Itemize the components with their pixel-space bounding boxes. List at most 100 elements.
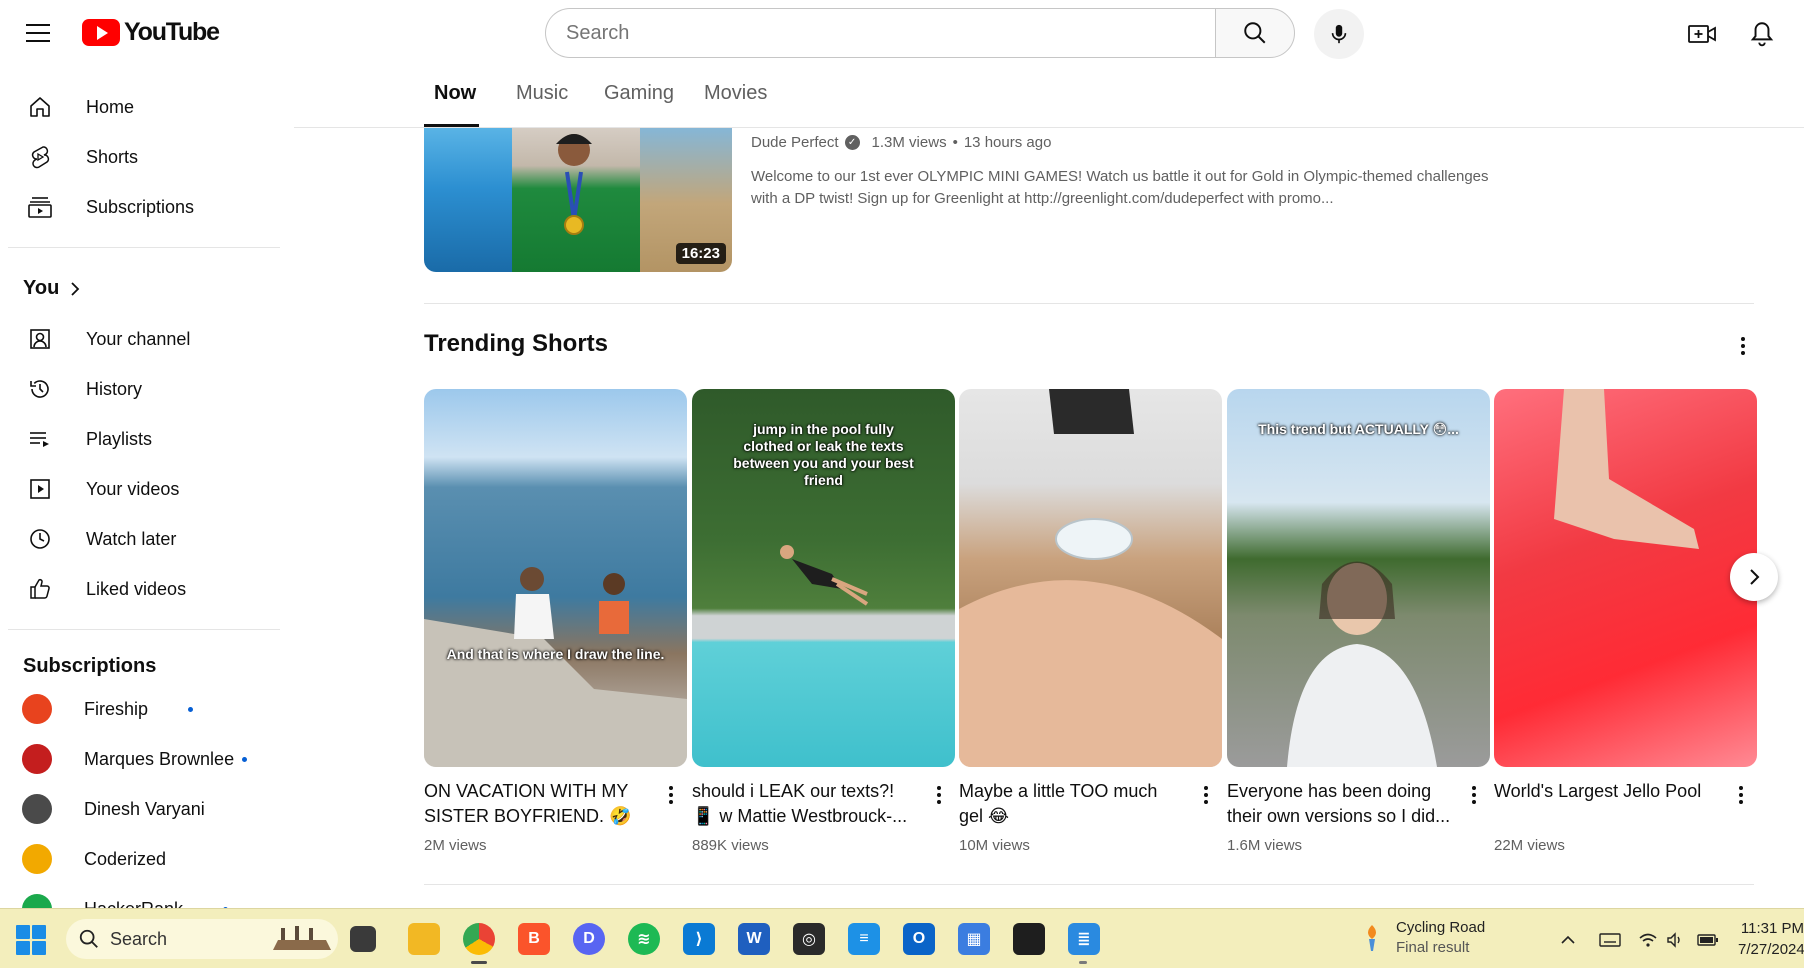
sidebar-item-playlists[interactable]: Playlists (12, 416, 268, 462)
sidebar-item-home[interactable]: Home (12, 84, 268, 130)
bell-icon (1750, 22, 1774, 47)
tray-overflow-icon[interactable] (1555, 927, 1581, 953)
short-item[interactable]: This trend but ACTUALLY 😳... Everyone ha… (1227, 389, 1490, 854)
sidebar-item-liked-videos[interactable]: Liked videos (12, 566, 268, 612)
short-item[interactable]: And that is where I draw the line. ON VA… (424, 389, 687, 854)
short-thumbnail[interactable]: And that is where I draw the line. (424, 389, 687, 767)
running-app-indicator (1079, 961, 1087, 964)
shelf-title: Trending Shorts (424, 330, 609, 357)
short-title[interactable]: should i LEAK our texts?! 📱 w Mattie Wes… (692, 779, 917, 829)
short-title[interactable]: ON VACATION WITH MY SISTER BOYFRIEND. 🤣 (424, 779, 649, 829)
task-view-icon[interactable] (350, 926, 376, 952)
tab-movies[interactable]: Movies (704, 82, 767, 105)
short-more-icon[interactable] (1196, 781, 1216, 809)
tab-now[interactable]: Now (434, 82, 476, 105)
tab-gaming[interactable]: Gaming (604, 82, 674, 105)
taskbar-search[interactable]: Search (66, 919, 338, 959)
short-title[interactable]: Everyone has been doing their own versio… (1227, 779, 1452, 829)
clock-time: 11:31 PM (1740, 920, 1804, 937)
channel-avatar (22, 794, 52, 824)
volume-icon[interactable] (1662, 927, 1688, 953)
youtube-logo[interactable]: YouTube (82, 18, 220, 47)
sidebar-you-heading[interactable]: You (23, 277, 81, 300)
tab-music[interactable]: Music (516, 82, 568, 105)
subscription-label: HackerRank (84, 899, 183, 909)
chrome-icon[interactable] (463, 923, 495, 955)
short-title[interactable]: Maybe a little TOO much gel 😂 (959, 779, 1184, 829)
search-button[interactable] (1215, 8, 1295, 58)
short-more-icon[interactable] (661, 781, 681, 809)
torch-icon (1368, 924, 1376, 951)
view-count: 1.3M views (871, 134, 947, 151)
short-caption: And that is where I draw the line. (446, 646, 665, 662)
short-item[interactable]: World's Largest Jello Pool 22M views (1494, 389, 1757, 854)
outlook-icon[interactable]: O (903, 923, 935, 955)
shelf-next-button[interactable] (1730, 553, 1778, 601)
discord-icon[interactable]: D (573, 923, 605, 955)
section-divider (424, 884, 1754, 885)
sidebar-item-watch-later[interactable]: Watch later (12, 516, 268, 562)
battery-icon[interactable] (1695, 927, 1721, 953)
sidebar-item-history[interactable]: History (12, 366, 268, 412)
subscription-hackerrank[interactable]: HackerRank (12, 886, 268, 908)
word-icon[interactable]: W (738, 923, 770, 955)
meta-separator: • (952, 134, 958, 151)
vscode-icon[interactable]: ⟩ (683, 923, 715, 955)
brave-icon[interactable]: B (518, 923, 550, 955)
home-icon (26, 93, 54, 121)
sidebar-divider (8, 247, 280, 248)
subscription-label: Coderized (84, 848, 167, 869)
sidebar-item-label: Playlists (86, 428, 153, 449)
subscriptions-heading-label: Subscriptions (23, 655, 157, 677)
keyboard-icon[interactable] (1597, 927, 1623, 953)
subscription-dinesh-varyani[interactable]: Dinesh Varyani (12, 786, 268, 832)
sidebar-item-label: Subscriptions (86, 196, 195, 217)
short-item[interactable]: Maybe a little TOO much gel 😂 10M views (959, 389, 1222, 854)
sidebar-item-shorts[interactable]: Shorts (12, 134, 268, 180)
short-more-icon[interactable] (1464, 781, 1484, 809)
short-more-icon[interactable] (1731, 781, 1751, 809)
notepad-icon[interactable]: ≣ (1068, 923, 1100, 955)
docker-icon[interactable]: ≡ (848, 923, 880, 955)
video-thumbnail[interactable]: 16:23 (424, 128, 732, 272)
calendar-icon[interactable]: ▦ (958, 923, 990, 955)
video-meta: Dude Perfect ✓ 1.3M views • 13 hours ago (751, 134, 1051, 151)
short-title[interactable]: World's Largest Jello Pool (1494, 779, 1719, 804)
subscription-fireship[interactable]: Fireship (12, 686, 268, 732)
weather-widget[interactable]: Cycling Road Final result (1360, 919, 1485, 956)
notifications-button[interactable] (1742, 14, 1782, 54)
short-thumbnail[interactable] (959, 389, 1222, 767)
shelf-more-icon[interactable] (1729, 330, 1757, 362)
search-icon (1244, 22, 1266, 44)
short-views: 2M views (424, 837, 487, 854)
windows-start-icon[interactable] (16, 925, 46, 955)
channel-name[interactable]: Dude Perfect (751, 134, 839, 151)
short-more-icon[interactable] (929, 781, 949, 809)
menu-icon[interactable] (22, 18, 54, 48)
short-thumbnail[interactable]: This trend but ACTUALLY 😳... (1227, 389, 1490, 767)
system-clock[interactable]: 11:31 PM 7/27/2024 (1738, 918, 1804, 960)
your-videos-icon (26, 475, 54, 503)
sticky-notes-icon[interactable] (1013, 923, 1045, 955)
file-explorer-icon[interactable] (408, 923, 440, 955)
sidebar-item-label: Shorts (86, 146, 139, 167)
short-caption: jump in the pool fully clothed or leak t… (733, 421, 914, 488)
sidebar-item-your-videos[interactable]: Your videos (12, 466, 268, 512)
create-button[interactable] (1682, 14, 1722, 54)
sidebar-item-subscriptions[interactable]: Subscriptions (12, 184, 268, 230)
short-thumbnail[interactable] (1494, 389, 1757, 767)
subscription-coderized[interactable]: Coderized (12, 836, 268, 882)
main-feed: 16:23 Dude Perfect ✓ 1.3M views • 13 hou… (294, 128, 1804, 908)
sidebar-item-your-channel[interactable]: Your channel (12, 316, 268, 362)
short-thumbnail[interactable]: jump in the pool fully clothed or leak t… (692, 389, 955, 767)
voice-search-button[interactable] (1314, 9, 1364, 59)
video-description: Welcome to our 1st ever OLYMPIC MINI GAM… (751, 168, 1489, 207)
upload-age: 13 hours ago (963, 134, 1052, 151)
channel-avatar (22, 744, 52, 774)
short-item[interactable]: jump in the pool fully clothed or leak t… (692, 389, 955, 854)
spotify-icon[interactable]: ≋ (628, 923, 660, 955)
wifi-icon[interactable] (1635, 927, 1661, 953)
app-icon[interactable]: ◎ (793, 923, 825, 955)
subscription-marques-brownlee[interactable]: Marques Brownlee (12, 736, 268, 782)
search-input[interactable] (545, 8, 1215, 58)
